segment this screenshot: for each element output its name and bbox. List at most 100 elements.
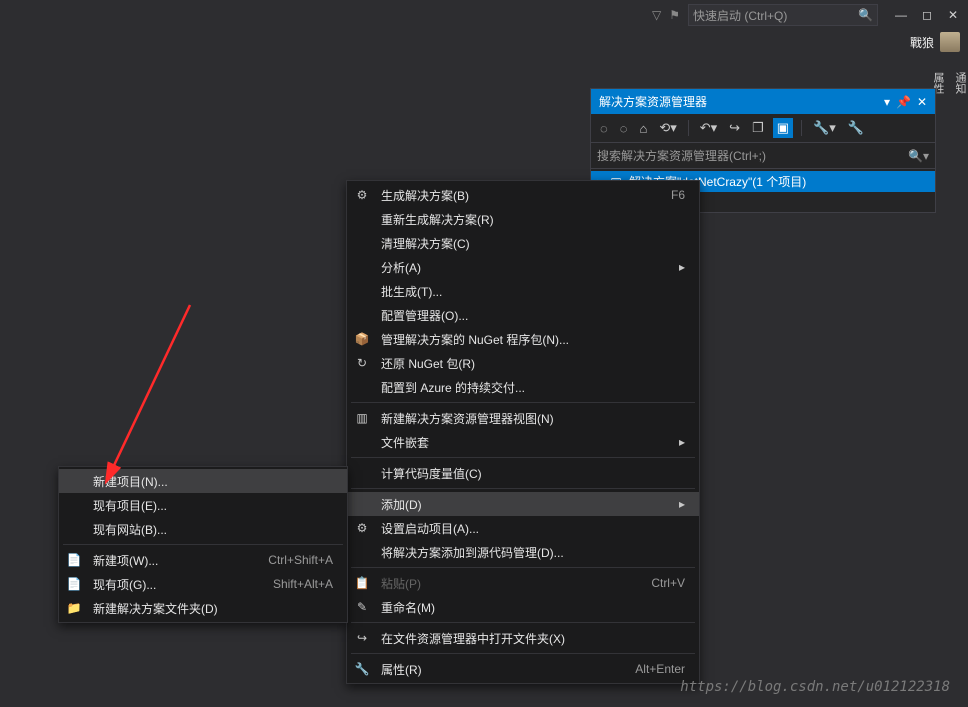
menu-item-label: 新建解决方案资源管理器视图(N) — [381, 410, 685, 427]
submenu-item-6[interactable]: 📁 新建解决方案文件夹(D) — [59, 596, 347, 620]
quick-launch-input[interactable]: 快速启动 (Ctrl+Q) 🔍 — [688, 4, 878, 26]
context-menu-item-15[interactable]: 添加(D) ▸ — [347, 492, 699, 516]
menu-item-label: 分析(A) — [381, 259, 653, 276]
menu-item-label: 配置管理器(O)... — [381, 307, 685, 324]
search-icon: 🔍▾ — [908, 149, 929, 163]
panel-search-placeholder: 搜索解决方案资源管理器(Ctrl+;) — [597, 147, 908, 164]
menu-item-label: 属性(R) — [381, 661, 601, 678]
show-all-icon[interactable]: ▣ — [773, 118, 793, 138]
menu-item-label: 还原 NuGet 包(R) — [381, 355, 685, 372]
quick-launch-placeholder: 快速启动 (Ctrl+Q) — [693, 7, 858, 24]
context-menu-item-5[interactable]: 配置管理器(O)... — [347, 303, 699, 327]
context-menu-item-22[interactable]: ↪在文件资源管理器中打开文件夹(X) — [347, 626, 699, 650]
context-menu: ⚙ 生成解决方案(B) F6 重新生成解决方案(R) 清理解决方案(C) 分析(A) ▸ 批生… — [346, 180, 700, 684]
menu-item-icon: 🔧 — [353, 662, 371, 676]
chevron-right-icon: ▸ — [679, 435, 685, 449]
watermark: https://blog.csdn.net/u012122318 — [680, 679, 950, 695]
home-icon[interactable]: ⌂ — [636, 119, 650, 138]
menu-item-label: 粘贴(P) — [381, 575, 617, 592]
menu-item-icon: ▥ — [353, 411, 371, 425]
context-menu-item-19: 📋 粘贴(P) Ctrl+V — [347, 571, 699, 595]
copy-icon[interactable]: ❐ — [749, 118, 767, 138]
menu-item-icon: ⚙ — [353, 521, 371, 535]
maximize-button[interactable]: ◻ — [920, 8, 934, 22]
context-menu-item-7[interactable]: ↻ 还原 NuGet 包(R) — [347, 351, 699, 375]
menu-item-label: 添加(D) — [381, 496, 653, 513]
context-menu-item-20[interactable]: ✎ 重命名(M) — [347, 595, 699, 619]
rail-notifications[interactable]: 通知 — [952, 72, 968, 94]
context-menu-item-0[interactable]: ⚙ 生成解决方案(B) F6 — [347, 183, 699, 207]
panel-close-icon[interactable]: ✕ — [917, 95, 927, 109]
forward-icon[interactable]: ◌ — [617, 119, 631, 138]
search-icon: 🔍 — [858, 8, 873, 22]
menu-item-label: 生成解决方案(B) — [381, 187, 637, 204]
menu-item-icon: 📋 — [353, 576, 371, 590]
menu-item-label: 重新生成解决方案(R) — [381, 211, 685, 228]
context-menu-item-2[interactable]: 清理解决方案(C) — [347, 231, 699, 255]
close-button[interactable]: ✕ — [946, 8, 960, 22]
menu-item-icon: 📁 — [65, 601, 83, 615]
context-menu-item-3[interactable]: 分析(A) ▸ — [347, 255, 699, 279]
flag-icon[interactable]: ⚑ — [669, 8, 680, 22]
menu-item-icon: ↻ — [353, 356, 371, 370]
panel-toolbar: ◌ ◌ ⌂ ⟲▾ ↶▾ ↪ ❐ ▣ 🔧▾ 🔧 — [591, 114, 935, 143]
menu-item-shortcut: Ctrl+Shift+A — [268, 553, 333, 567]
annotation-arrow — [100, 300, 200, 490]
menu-item-label: 管理解决方案的 NuGet 程序包(N)... — [381, 331, 685, 348]
add-submenu: 新建项目(N)...现有项目(E)... 现有网站(B)... 📄 新建项(W)...… — [58, 466, 348, 623]
menu-item-label: 将解决方案添加到源代码管理(D)... — [381, 544, 685, 561]
context-menu-item-8[interactable]: 配置到 Azure 的持续交付... — [347, 375, 699, 399]
context-menu-item-4[interactable]: 批生成(T)... — [347, 279, 699, 303]
menu-item-shortcut: Ctrl+V — [651, 576, 685, 590]
menu-item-label: 批生成(T)... — [381, 283, 685, 300]
menu-item-shortcut: F6 — [671, 188, 685, 202]
avatar[interactable] — [940, 32, 960, 52]
menu-item-icon: ↪ — [353, 631, 371, 645]
menu-item-icon: ⚙ — [353, 188, 371, 202]
submenu-item-4[interactable]: 📄 新建项(W)... Ctrl+Shift+A — [59, 548, 347, 572]
context-menu-item-1[interactable]: 重新生成解决方案(R) — [347, 207, 699, 231]
submenu-item-5[interactable]: 📄 现有项(G)... Shift+Alt+A — [59, 572, 347, 596]
context-menu-item-10[interactable]: ▥ 新建解决方案资源管理器视图(N) — [347, 406, 699, 430]
context-menu-item-6[interactable]: 📦 管理解决方案的 NuGet 程序包(N)... — [347, 327, 699, 351]
context-menu-item-17[interactable]: 将解决方案添加到源代码管理(D)... — [347, 540, 699, 564]
menu-item-shortcut: Shift+Alt+A — [273, 577, 333, 591]
submenu-item-0[interactable]: 新建项目(N)... — [59, 469, 347, 493]
context-menu-item-16[interactable]: ⚙ 设置启动项目(A)... — [347, 516, 699, 540]
menu-item-icon: 📄 — [65, 577, 83, 591]
menu-item-label: 计算代码度量值(C) — [381, 465, 685, 482]
chevron-right-icon: ▸ — [679, 497, 685, 511]
menu-item-label: 新建项(W)... — [93, 552, 234, 569]
menu-item-label: 新建解决方案文件夹(D) — [93, 600, 333, 617]
menu-item-label: 文件嵌套 — [381, 434, 653, 451]
submenu-item-1[interactable]: 现有项目(E)... — [59, 493, 347, 517]
menu-item-icon: 📦 — [353, 332, 371, 346]
minimize-button[interactable]: — — [894, 8, 908, 22]
menu-item-icon: ✎ — [353, 600, 371, 614]
filter-icon[interactable]: ▽ — [652, 8, 661, 22]
submenu-item-2[interactable]: 现有网站(B)... — [59, 517, 347, 541]
properties-icon[interactable]: 🔧▾ — [810, 118, 839, 138]
sync-icon[interactable]: ⟲▾ — [656, 118, 679, 138]
menu-item-label: 现有网站(B)... — [93, 521, 333, 538]
menu-item-icon: 📄 — [65, 553, 83, 567]
username-label: 戰狼 — [910, 34, 934, 51]
menu-item-label: 现有项(G)... — [93, 576, 239, 593]
menu-item-shortcut: Alt+Enter — [635, 662, 685, 676]
panel-dropdown-icon[interactable]: ▾ — [884, 95, 890, 109]
menu-item-label: 重命名(M) — [381, 599, 685, 616]
wrench-icon[interactable]: 🔧 — [845, 118, 867, 138]
panel-pin-icon[interactable]: 📌 — [896, 95, 911, 109]
context-menu-item-11[interactable]: 文件嵌套 ▸ — [347, 430, 699, 454]
chevron-right-icon: ▸ — [679, 260, 685, 274]
back-icon[interactable]: ◌ — [597, 119, 611, 138]
context-menu-item-24[interactable]: 🔧 属性(R) Alt+Enter — [347, 657, 699, 681]
menu-item-label: 清理解决方案(C) — [381, 235, 685, 252]
history-icon[interactable]: ↶▾ — [697, 118, 720, 138]
menu-item-label: 配置到 Azure 的持续交付... — [381, 379, 685, 396]
redo-icon[interactable]: ↪ — [726, 118, 743, 138]
menu-item-label: 设置启动项目(A)... — [381, 520, 685, 537]
panel-search-input[interactable]: 搜索解决方案资源管理器(Ctrl+;) 🔍▾ — [591, 143, 935, 169]
context-menu-item-13[interactable]: 计算代码度量值(C) — [347, 461, 699, 485]
panel-title: 解决方案资源管理器 — [599, 93, 878, 110]
